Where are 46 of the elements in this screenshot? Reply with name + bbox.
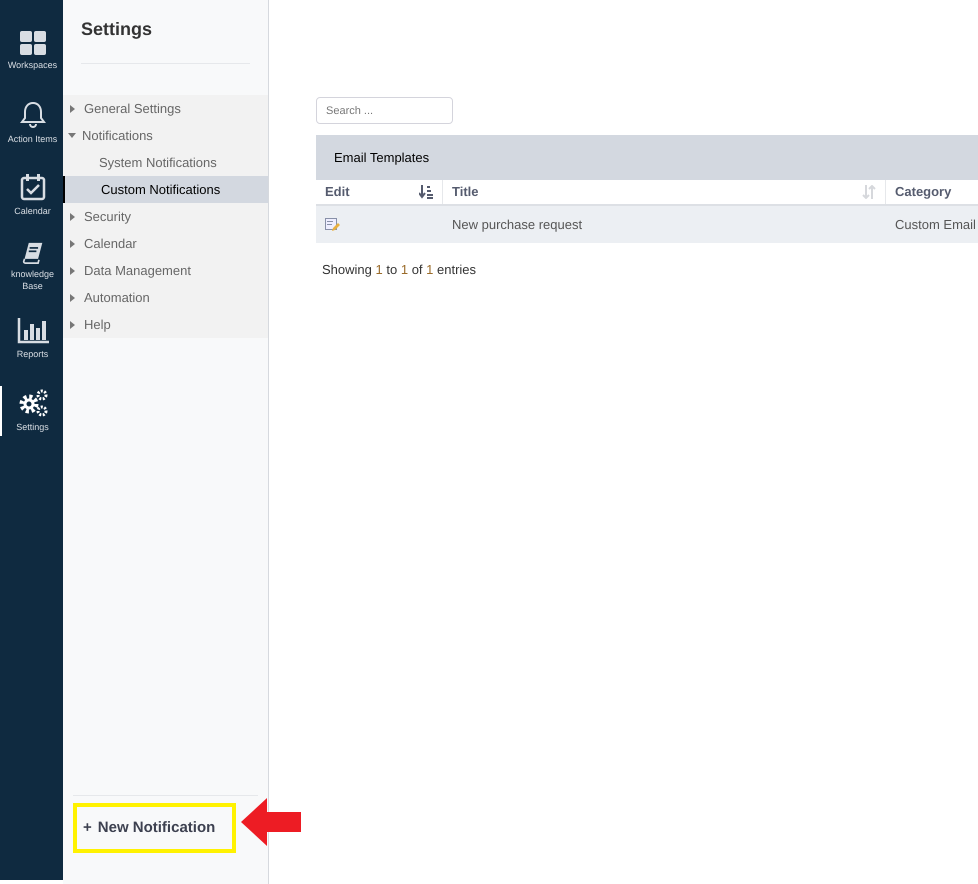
caret-right-icon [70,240,76,248]
nav-label: Settings [15,421,50,433]
bell-icon [20,101,46,129]
caret-right-icon [70,212,76,220]
column-header[interactable]: Category [886,180,978,204]
sort-ascending-icon[interactable] [419,185,433,199]
nav-item[interactable]: Calendar [0,170,63,220]
tree-item[interactable]: Automation [63,284,268,311]
calendar-icon [20,173,46,201]
nav-item[interactable]: Reports [0,314,63,364]
nav-label: Reports [16,348,50,360]
nav-item[interactable]: Action Items [0,98,63,148]
edit-icon[interactable] [325,218,340,232]
table-cell-text: New purchase request [451,216,584,234]
entries-info: Showing 1 to 1 of 1 entries [322,261,476,279]
caret-right-icon [70,294,76,302]
sort-icon[interactable] [862,185,876,199]
arrow-annotation [241,798,301,846]
caret-right-icon [70,320,76,328]
nav-label: Workspaces [6,59,58,71]
new-notification-button[interactable]: + New Notification [73,803,236,853]
bar-chart-icon [16,318,48,344]
caret-right-icon [70,104,76,112]
tree-item[interactable]: Calendar [63,230,268,257]
search-field[interactable]: Search ... [316,97,453,124]
column-header[interactable]: Edit [316,180,443,204]
column-header[interactable]: Title [443,180,886,204]
grid-icon [20,31,46,55]
nav-label: Action Items [6,133,58,145]
gears-icon [18,389,48,417]
tree-item[interactable]: Notifications [63,122,268,149]
nav-label: knowledge Base [10,268,56,292]
tree-item[interactable]: System Notifications [63,149,268,176]
tree-item[interactable]: Security [63,203,268,230]
nav-item[interactable]: knowledge Base [0,242,63,292]
nav-label: Calendar [13,205,52,217]
panel-title: Settings [81,18,154,41]
tree-item[interactable]: Custom Notifications [63,176,268,203]
caret-right-icon [70,266,76,274]
tree-item[interactable]: Help [63,311,268,338]
table-cell-text: Custom Email [894,216,977,234]
table-title: Email Templates [334,148,430,167]
nav-item[interactable]: Workspaces [0,26,63,76]
tree-item[interactable]: General Settings [63,95,268,122]
tree-item[interactable]: Data Management [63,257,268,284]
caret-down-icon [68,132,76,138]
